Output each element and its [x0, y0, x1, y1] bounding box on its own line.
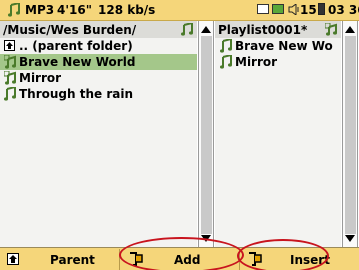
list-item-parent-folder[interactable]: .. (parent folder): [0, 38, 197, 54]
card-icon: [272, 4, 284, 14]
playlist-title: Playlist0001*: [218, 23, 308, 37]
playlist-pane[interactable]: Playlist0001* Brave New Wo Mirror: [215, 21, 341, 247]
folder-icon: [257, 4, 269, 14]
clock: 03 36: [328, 3, 359, 17]
music-note-icon: [181, 23, 193, 36]
speaker-icon: [288, 4, 299, 15]
scrollbar-thumb[interactable]: [345, 36, 356, 234]
status-bar: MP3 4'16" 128 kb/s 15 03 36: [0, 0, 359, 21]
playlist-scrollbar[interactable]: [342, 21, 358, 247]
bitrate: 128 kb/s: [98, 3, 156, 17]
playlist-header: Playlist0001*: [215, 21, 341, 38]
list-item-label: Brave New World: [19, 55, 136, 69]
playlist-item-brave-new-world[interactable]: Brave New Wo: [215, 38, 341, 54]
scroll-up-arrow-icon[interactable]: [345, 26, 355, 33]
track-duration: 4'16": [57, 3, 92, 17]
scrollbar-thumb[interactable]: [201, 36, 212, 234]
scroll-up-arrow-icon[interactable]: [201, 26, 211, 33]
music-notes-icon: [4, 55, 16, 69]
scroll-down-arrow-icon[interactable]: [345, 235, 355, 242]
playlist-item-label: Mirror: [235, 55, 278, 69]
music-notes-icon: [325, 23, 337, 36]
music-note-icon: [4, 87, 16, 101]
parent-button[interactable]: Parent: [0, 248, 119, 270]
file-browser-scrollbar[interactable]: [198, 21, 214, 247]
playlist-item-label: Brave New Wo: [235, 39, 333, 53]
list-item-mirror[interactable]: Mirror: [0, 70, 197, 86]
music-note-icon: [220, 55, 232, 69]
parent-label: Parent: [50, 253, 95, 267]
volume-level: 15: [300, 3, 317, 17]
list-item-label: Mirror: [19, 71, 62, 85]
file-format: MP3: [25, 3, 55, 17]
file-browser-pane[interactable]: /Music/Wes Burden/ .. (parent folder) Br…: [0, 21, 197, 247]
music-note-icon: [220, 39, 232, 53]
screen: MP3 4'16" 128 kb/s 15 03 36 /Music/Wes B…: [0, 0, 359, 270]
music-notes-icon: [4, 71, 16, 85]
battery-icon: [318, 3, 325, 15]
music-note-icon: [8, 3, 20, 17]
list-item-label: Through the rain: [19, 87, 134, 101]
list-item-through-the-rain[interactable]: Through the rain: [0, 86, 197, 102]
path-header: /Music/Wes Burden/: [0, 21, 197, 38]
parent-folder-icon: [4, 40, 15, 51]
highlight-oval: [119, 237, 244, 270]
list-item-brave-new-world[interactable]: Brave New World: [0, 54, 197, 70]
highlight-oval: [237, 239, 329, 270]
current-path: /Music/Wes Burden/: [3, 23, 137, 37]
parent-folder-icon: [7, 253, 19, 265]
list-item-label: .. (parent folder): [19, 39, 133, 53]
playlist-item-mirror[interactable]: Mirror: [215, 54, 341, 70]
